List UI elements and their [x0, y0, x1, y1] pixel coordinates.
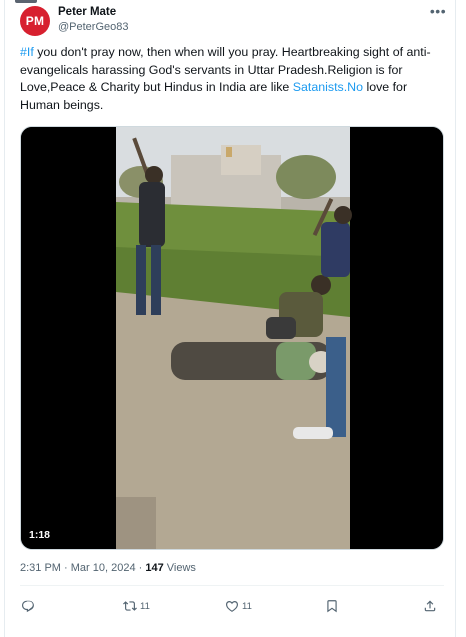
like-icon	[226, 601, 238, 612]
video-duration: 1:18	[29, 529, 51, 541]
satanists-link[interactable]: Satanists.No	[293, 80, 363, 94]
share-button[interactable]	[423, 596, 437, 616]
tweet-card: PM Peter Mate @PeterGeo83 ••• #If you do…	[4, 0, 456, 637]
hashtag-link[interactable]: #If	[20, 45, 34, 59]
avatar[interactable]: PM	[20, 6, 50, 36]
action-bar: 11 11	[5, 596, 457, 618]
views-label: Views	[163, 562, 196, 574]
tweet-text: #If you don't pray now, then when will y…	[20, 44, 450, 114]
retweet-button[interactable]: 11	[123, 596, 150, 616]
video-player[interactable]: 1:18	[20, 126, 444, 550]
views-count: 147	[145, 562, 164, 574]
window-edge-marker	[15, 0, 37, 3]
author-handle[interactable]: @PeterGeo83	[58, 21, 129, 33]
share-icon	[424, 600, 436, 612]
meta-separator: ·	[135, 562, 146, 574]
meta-separator: ·	[60, 562, 71, 574]
like-button[interactable]: 11	[225, 596, 252, 616]
bookmark-button[interactable]	[325, 596, 339, 616]
reply-icon	[22, 600, 34, 613]
reply-button[interactable]	[21, 596, 38, 616]
divider	[20, 585, 444, 586]
tweet-date[interactable]: Mar 10, 2024	[71, 562, 136, 574]
video-frame	[21, 127, 443, 549]
retweet-count: 11	[140, 600, 150, 612]
author-name[interactable]: Peter Mate	[58, 6, 116, 18]
tweet-time[interactable]: 2:31 PM	[20, 562, 61, 574]
bookmark-icon	[327, 600, 337, 613]
like-count: 11	[242, 600, 252, 612]
retweet-icon	[123, 601, 137, 611]
tweet-meta: 2:31 PM · Mar 10, 2024 · 147 Views	[20, 562, 196, 574]
more-icon[interactable]: •••	[429, 4, 447, 20]
